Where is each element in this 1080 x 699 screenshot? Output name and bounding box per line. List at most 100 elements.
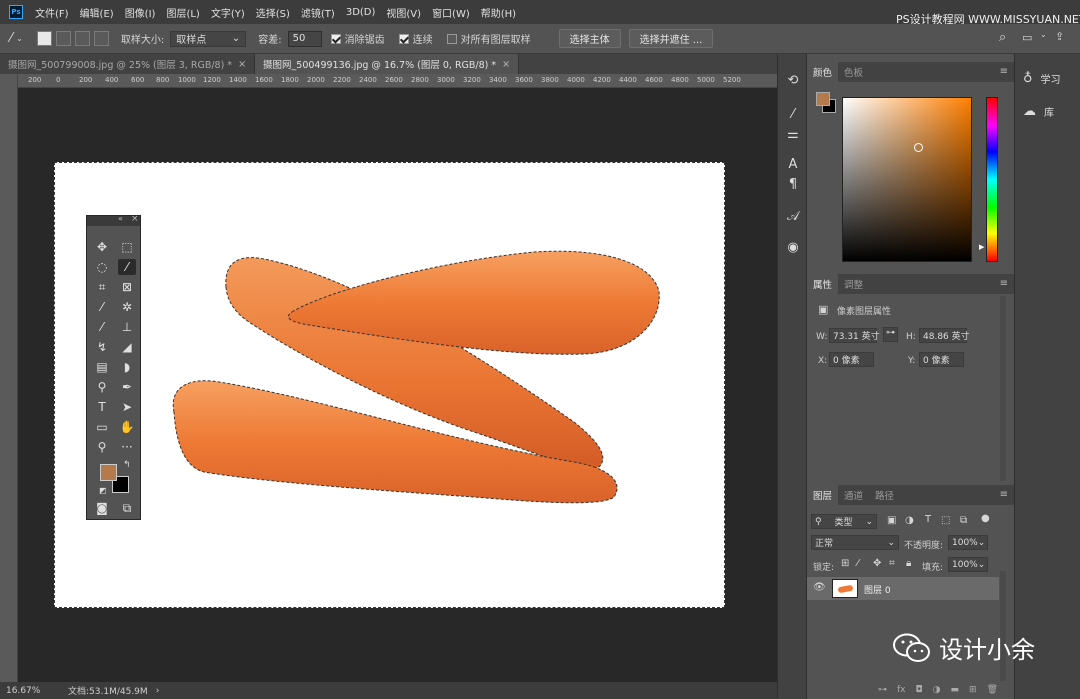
glyphs-icon[interactable]: 𝒜 (783, 206, 803, 226)
anti-alias-checkbox[interactable] (330, 33, 341, 44)
quick-mask-icon[interactable]: ◙ (93, 500, 111, 516)
magic-wand-tool-icon[interactable]: ⁄ (118, 259, 136, 275)
move-tool-icon[interactable]: ✥ (93, 239, 111, 255)
blend-mode-select[interactable]: 正常 ⌄ (811, 535, 899, 550)
lock-image-icon[interactable]: ⁄ (857, 558, 859, 569)
tab-paths[interactable]: 路径 (869, 485, 900, 505)
document-canvas[interactable] (54, 162, 725, 608)
fill-field[interactable]: 100% ⌄ (948, 557, 988, 572)
type-tool-icon[interactable]: T (93, 399, 111, 415)
filter-toggle-icon[interactable]: ● (981, 513, 990, 524)
tab-color[interactable]: 颜色 (807, 62, 839, 82)
add-mask-icon[interactable]: ◘ (916, 685, 923, 695)
new-selection-button[interactable] (36, 31, 52, 46)
new-layer-icon[interactable]: ⊞ (969, 685, 977, 695)
crop-tool-icon[interactable]: ⌗ (93, 279, 111, 295)
brush-tool-icon[interactable]: ⁄ (93, 319, 111, 335)
vertical-ruler[interactable] (0, 74, 18, 682)
magic-wand-tool-icon[interactable]: ⁄ (10, 31, 12, 46)
lock-position-icon[interactable]: ✥ (873, 558, 881, 569)
more-tools-icon[interactable]: ··· (118, 439, 136, 455)
workspace-icon[interactable]: ▭ (1022, 31, 1032, 44)
history-icon[interactable]: ⟲ (783, 70, 803, 90)
width-field[interactable]: 73.31 英寸 (829, 328, 880, 343)
menu-filter[interactable]: 滤镜(T) (301, 5, 335, 20)
menu-layer[interactable]: 图层(L) (166, 5, 199, 20)
info-icon[interactable]: ◉ (783, 237, 803, 257)
eraser-tool-icon[interactable]: ◢ (118, 339, 136, 355)
tool-preset-arrow-icon[interactable]: ⌄ (16, 34, 23, 43)
default-colors-icon[interactable]: ◩ (99, 486, 107, 495)
menu-edit[interactable]: 编辑(E) (80, 5, 114, 20)
panel-fg-color-swatch[interactable] (816, 92, 830, 106)
add-selection-button[interactable] (55, 31, 71, 46)
adjustment-layer-icon[interactable]: ◑ (933, 685, 941, 695)
tab-document-1[interactable]: 摄图网_500799008.jpg @ 25% (图层 3, RGB/8) * × (0, 54, 256, 74)
adjustments-icon[interactable]: ⚌ (783, 124, 803, 144)
sample-size-select[interactable]: 取样点 ⌄ (170, 30, 247, 47)
hue-slider-handle-icon[interactable]: ▶ (979, 243, 984, 251)
new-group-icon[interactable]: ▬ (951, 685, 960, 695)
healing-brush-tool-icon[interactable]: ✲ (118, 299, 136, 315)
workspace-dropdown-icon[interactable]: ⌄ (1040, 30, 1047, 39)
panel-menu-icon[interactable]: ≡ (1000, 278, 1008, 289)
x-field[interactable]: 0 像素 (829, 352, 874, 367)
close-icon[interactable]: × (502, 59, 510, 70)
close-icon[interactable]: × (238, 59, 246, 70)
filter-shape-icon[interactable]: ⬚ (941, 515, 950, 526)
rectangle-tool-icon[interactable]: ▭ (93, 419, 111, 435)
tab-properties[interactable]: 属性 (807, 274, 839, 294)
lasso-tool-icon[interactable]: ◌ (93, 259, 111, 275)
paragraph-icon[interactable]: ¶ (783, 174, 803, 194)
filter-smart-object-icon[interactable]: ⧉ (960, 515, 967, 526)
close-icon[interactable]: × (131, 214, 139, 224)
layer-row[interactable]: 👁︎ 图层 0 (807, 577, 999, 600)
layer-filter-select[interactable]: ⚲ 类型 ⌄ (811, 514, 877, 529)
menu-file[interactable]: 文件(F) (35, 5, 69, 20)
hand-tool-icon[interactable]: ✋ (118, 419, 136, 435)
learn-panel-button[interactable]: ♁ 学习 (1023, 71, 1061, 86)
tools-panel-header[interactable]: « × (87, 214, 140, 226)
zoom-level[interactable]: 16.67% (6, 686, 68, 696)
select-subject-button[interactable]: 选择主体 (558, 29, 621, 48)
link-dimensions-icon[interactable]: ⊶ (883, 327, 898, 342)
filter-type-icon[interactable]: T (925, 514, 931, 525)
tab-document-2[interactable]: 摄图网_500499136.jpg @ 16.7% (图层 0, RGB/8) … (255, 54, 520, 74)
height-field[interactable]: 48.86 英寸 (919, 328, 970, 343)
foreground-color-swatch[interactable] (100, 464, 117, 481)
select-and-mask-button[interactable]: 选择并遮住 ... (628, 29, 714, 48)
gradient-tool-icon[interactable]: ▤ (93, 359, 111, 375)
lock-artboard-icon[interactable]: ⌗ (889, 558, 895, 569)
delete-layer-icon[interactable]: 🗑︎ (987, 685, 998, 695)
tab-layers[interactable]: 图层 (807, 485, 839, 505)
marquee-tool-icon[interactable]: ⬚ (118, 239, 136, 255)
zoom-tool-icon[interactable]: ⚲ (93, 439, 111, 455)
search-icon[interactable]: ⌕ (999, 30, 1006, 45)
contiguous-checkbox[interactable] (398, 33, 409, 44)
menu-view[interactable]: 视图(V) (386, 5, 421, 20)
history-brush-tool-icon[interactable]: ↯ (93, 339, 111, 355)
status-arrow-icon[interactable]: › (156, 686, 160, 696)
filter-pixel-icon[interactable]: ▣ (887, 515, 896, 526)
hue-slider[interactable] (986, 97, 998, 262)
y-field[interactable]: 0 像素 (919, 352, 964, 367)
filter-adjustment-icon[interactable]: ◑ (905, 515, 914, 526)
pen-tool-icon[interactable]: ✒ (118, 379, 136, 395)
subtract-selection-button[interactable] (74, 31, 90, 46)
share-icon[interactable]: ⇪ (1055, 30, 1064, 43)
panel-menu-icon[interactable]: ≡ (1000, 489, 1008, 500)
menu-select[interactable]: 选择(S) (256, 5, 290, 20)
color-picker-handle[interactable] (914, 143, 923, 152)
stamp-tool-icon[interactable]: ⊥ (118, 319, 136, 335)
panel-menu-icon[interactable]: ≡ (1000, 66, 1008, 77)
layer-style-icon[interactable]: fx (897, 685, 906, 695)
libraries-panel-button[interactable]: ☁ 库 (1023, 104, 1054, 119)
menu-image[interactable]: 图像(I) (125, 5, 156, 20)
frame-tool-icon[interactable]: ⊠ (118, 279, 136, 295)
tab-swatches[interactable]: 色板 (838, 62, 869, 82)
link-layers-icon[interactable]: ⊶ (878, 685, 887, 695)
visibility-eye-icon[interactable]: 👁︎ (813, 582, 826, 593)
lock-transparent-icon[interactable]: ⊞ (841, 558, 849, 569)
properties-scrollbar[interactable] (1000, 296, 1006, 481)
color-field[interactable] (842, 97, 972, 262)
